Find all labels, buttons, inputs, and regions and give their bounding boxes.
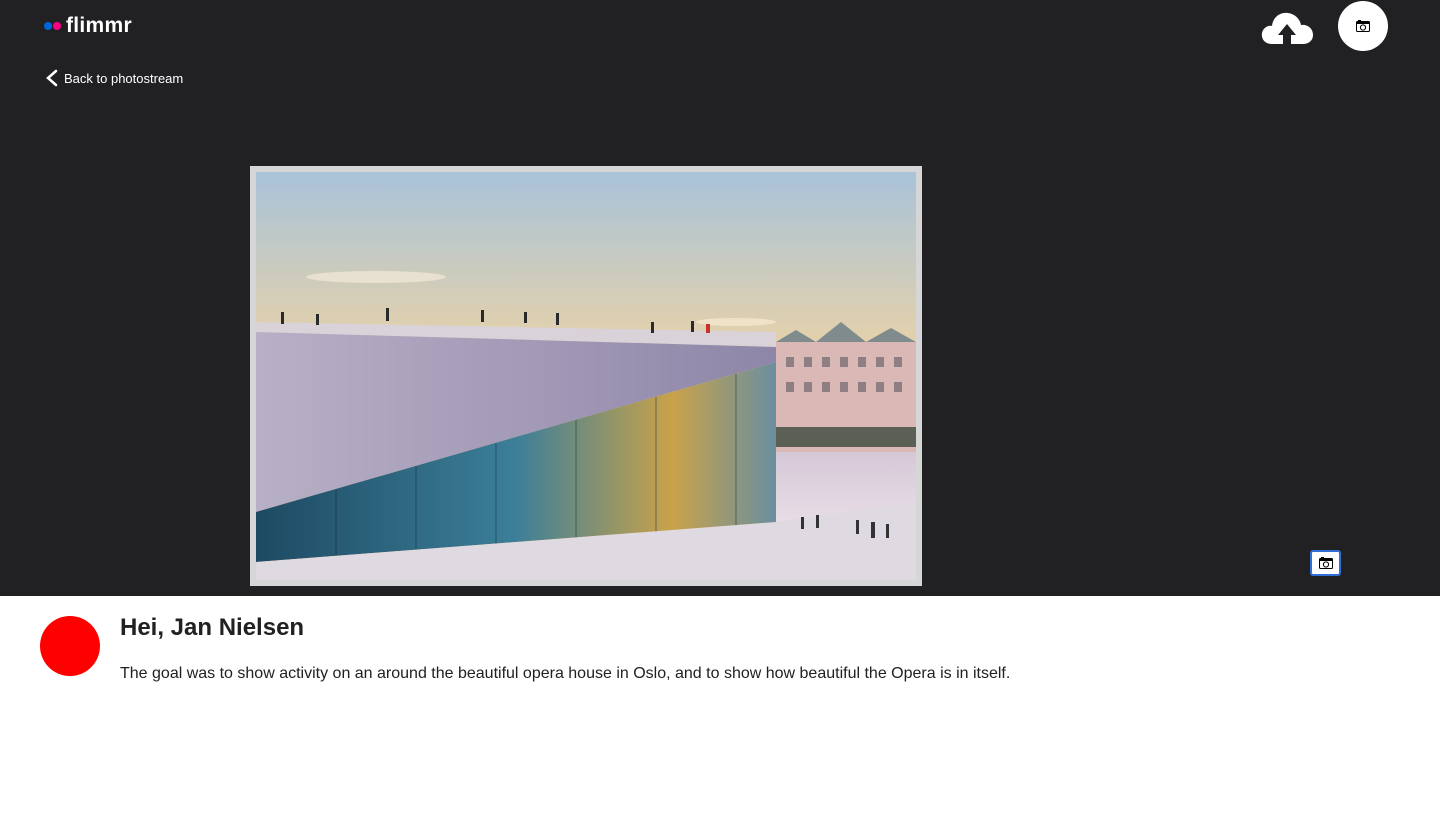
back-to-photostream-link[interactable]: Back to photostream [44,69,183,87]
logo-text: flimmr [66,14,132,37]
author-avatar[interactable] [40,616,100,676]
top-navigation-bar: flimmr [0,0,1440,59]
logo-blue-dot [44,22,52,30]
photo-title: Hei, Jan Nielsen [120,614,305,641]
photo-viewer: Back to photostream [0,59,1440,596]
chevron-left-icon [46,69,58,87]
photo-description: The goal was to show activity on an arou… [120,665,1011,682]
cloud-upload-icon[interactable] [1258,6,1316,50]
logo-pink-dot [53,22,61,30]
back-link-label: Back to photostream [64,70,184,86]
camera-corner-button[interactable] [1310,550,1341,576]
camera-icon [1318,557,1333,569]
profile-avatar-button[interactable] [1338,1,1388,51]
photo-info-section: Hei, Jan Nielsen The goal was to show ac… [0,596,1440,817]
camera-icon [1356,20,1370,32]
main-photo[interactable] [256,172,916,580]
flimmr-logo[interactable]: flimmr [44,14,132,38]
photo-frame [250,166,922,586]
